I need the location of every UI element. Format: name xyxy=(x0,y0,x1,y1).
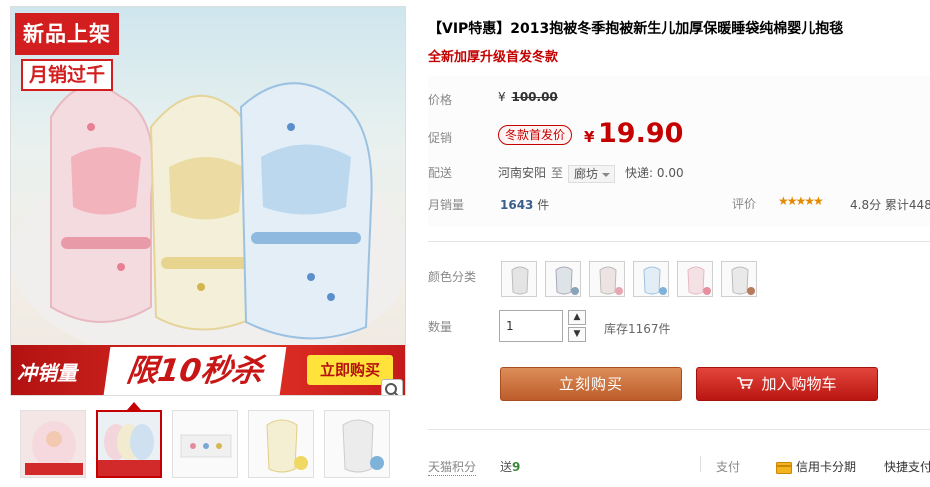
quantity-label: 数量 xyxy=(428,320,453,334)
city-value: 廊坊 xyxy=(574,166,599,181)
thumbnail-2[interactable] xyxy=(96,410,162,478)
shipping-info: 河南安阳至廊坊 快递: 0.00 xyxy=(498,164,684,183)
add-to-cart-button[interactable]: 加入购物车 xyxy=(696,367,878,401)
promo-text-1: 冲销量 xyxy=(17,361,77,385)
color-label: 颜色分类 xyxy=(428,270,477,284)
promo-tag-badge: 冬款首发价 xyxy=(498,125,573,145)
ship-to-word: 至 xyxy=(551,166,564,180)
credit-card-icon xyxy=(776,461,792,474)
product-page: 新品上架 月销过千 冲销量 限10秒杀 立即购买 【VIP特惠】2013抱被冬季… xyxy=(0,0,930,487)
color-swatch-2[interactable] xyxy=(545,261,581,297)
flash-sale-banner: 冲销量 限10秒杀 立即购买 xyxy=(11,345,405,395)
monthly-sales: 1643 件 xyxy=(500,196,549,213)
thumbnail-4[interactable] xyxy=(248,410,314,478)
ship-from: 河南安阳 xyxy=(498,166,547,180)
product-title: 【VIP特惠】2013抱被冬季抱被新生儿加厚保暖睡袋纯棉婴儿抱毯 xyxy=(428,21,844,37)
color-swatch-3[interactable] xyxy=(589,261,625,297)
buy-now-button[interactable]: 立刻购买 xyxy=(500,367,682,401)
credit-installment[interactable]: 信用卡分期 xyxy=(776,458,856,475)
original-price-value: 100.00 xyxy=(511,90,558,104)
cumulative-reviews[interactable]: 累计448 xyxy=(885,198,930,212)
color-swatch-6[interactable] xyxy=(721,261,757,297)
promo-text-2: 限10秒杀 xyxy=(103,347,287,395)
rating-stars-icon: ★★★★★ xyxy=(778,194,824,208)
monthly-sales-label: 月销量 xyxy=(428,198,465,212)
promo-price: 19.90 xyxy=(598,118,684,149)
divider-2 xyxy=(428,429,930,430)
badge-sales-text: 月销过千 xyxy=(21,59,113,91)
tmall-points-label[interactable]: 天猫积分 xyxy=(428,458,477,476)
sales-count: 1643 xyxy=(500,198,534,212)
cart-icon xyxy=(737,377,754,389)
product-subtitle: 全新加厚升级首发冬款 xyxy=(428,50,559,65)
rating-score: 4.8分 累计448 xyxy=(850,196,930,213)
price-label: 价格 xyxy=(428,93,453,107)
payment-label: 支付 xyxy=(716,460,741,474)
city-select[interactable]: 廊坊 xyxy=(568,164,616,183)
points-send: 送 xyxy=(500,460,513,474)
stock-count: 库存1167件 xyxy=(604,322,671,336)
rating-score-value: 4.8分 xyxy=(850,198,882,212)
thumbnail-3[interactable] xyxy=(172,410,238,478)
shipping-fee: 快递: 0.00 xyxy=(625,166,684,180)
quantity-increase-button[interactable]: ▲ xyxy=(568,310,586,325)
new-arrival-badge: 新品上架 月销过千 xyxy=(15,13,119,93)
points-info: 送9 xyxy=(500,458,520,475)
selected-thumb-indicator xyxy=(127,402,141,410)
color-swatch-5[interactable] xyxy=(677,261,713,297)
divider-1 xyxy=(428,241,930,242)
promo-label: 促销 xyxy=(428,131,453,145)
add-to-cart-label: 加入购物车 xyxy=(761,375,837,393)
thumbnail-strip xyxy=(10,402,406,482)
thumbnail-1[interactable] xyxy=(20,410,86,478)
footer-separator xyxy=(700,456,701,472)
promo-currency: ¥ xyxy=(584,128,595,146)
main-product-image[interactable]: 新品上架 月销过千 冲销量 限10秒杀 立即购买 xyxy=(10,6,406,396)
original-currency: ¥ xyxy=(498,90,506,104)
quick-pay[interactable]: 快捷支付 xyxy=(884,458,930,475)
original-price: ¥ 100.00 xyxy=(498,90,558,104)
thumbnail-5[interactable] xyxy=(324,410,390,478)
shipping-label: 配送 xyxy=(428,166,453,180)
badge-new-text: 新品上架 xyxy=(15,13,119,55)
zoom-icon[interactable] xyxy=(381,379,403,395)
color-swatch-1[interactable] xyxy=(501,261,537,297)
sales-unit: 件 xyxy=(537,198,550,212)
credit-label: 信用卡分期 xyxy=(796,460,857,474)
quantity-decrease-button[interactable]: ▼ xyxy=(568,327,586,342)
quantity-input[interactable] xyxy=(499,310,563,342)
points-value: 9 xyxy=(512,460,521,474)
chevron-down-icon xyxy=(602,172,611,177)
color-swatch-4[interactable] xyxy=(633,261,669,297)
rating-label: 评价 xyxy=(732,197,757,211)
